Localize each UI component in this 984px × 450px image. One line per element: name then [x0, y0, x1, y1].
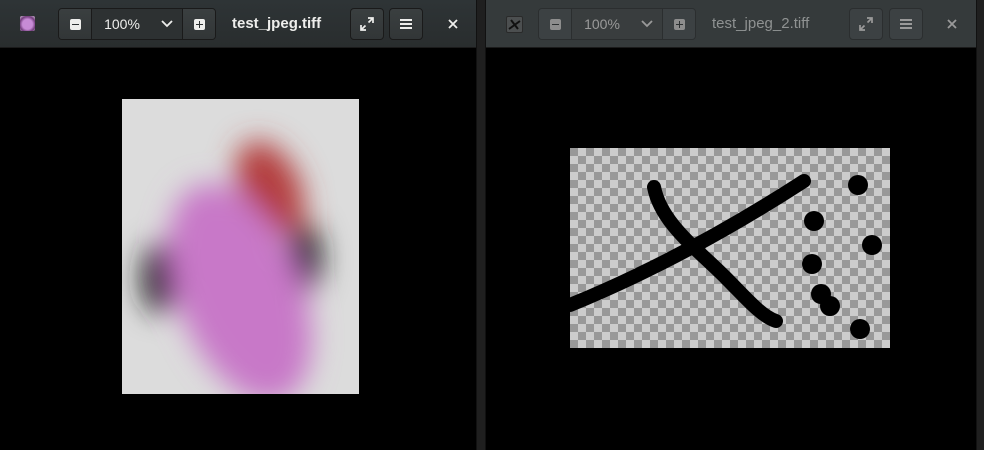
fullscreen-button[interactable] [849, 8, 883, 40]
close-icon [947, 19, 957, 29]
zoom-out-button[interactable] [59, 9, 91, 39]
zoom-level[interactable]: 100% [91, 9, 152, 39]
hamburger-menu-icon [900, 19, 912, 29]
zoom-control: 100% [58, 8, 216, 40]
image-canvas[interactable] [0, 48, 476, 450]
chevron-down-icon [641, 20, 653, 28]
close-button[interactable] [936, 8, 968, 40]
displayed-image-test-jpeg-2 [570, 148, 890, 348]
image-viewer-window-2: 100% test_jpeg_2.tiff [486, 0, 976, 450]
expand-icon [360, 17, 374, 31]
close-button[interactable] [437, 8, 469, 40]
transparency-checkerboard [570, 148, 890, 348]
zoom-control: 100% [538, 8, 696, 40]
image-thumbnail-icon [506, 16, 523, 33]
menu-button[interactable] [389, 8, 423, 40]
zoom-dropdown-button[interactable] [152, 9, 183, 39]
window-title: test_jpeg.tiff [232, 15, 322, 32]
chevron-down-icon [161, 20, 173, 28]
expand-icon [859, 17, 873, 31]
zoom-out-button[interactable] [539, 9, 571, 39]
image-canvas[interactable] [486, 48, 976, 450]
header-bar: 100% test_jpeg.tiff [0, 0, 476, 48]
zoom-in-button[interactable] [663, 9, 695, 39]
zoom-dropdown-button[interactable] [632, 9, 663, 39]
menu-button[interactable] [889, 8, 923, 40]
plus-square-icon [673, 18, 685, 30]
zoom-level[interactable]: 100% [571, 9, 632, 39]
minus-square-icon [69, 18, 81, 30]
plus-square-icon [193, 18, 205, 30]
hamburger-menu-icon [400, 19, 412, 29]
minus-square-icon [549, 18, 561, 30]
window-title: test_jpeg_2.tiff [712, 15, 810, 32]
image-viewer-window-1: 100% test_jpeg.tiff [0, 0, 476, 450]
close-icon [448, 19, 458, 29]
displayed-image-test-jpeg [122, 99, 359, 394]
header-bar: 100% test_jpeg_2.tiff [486, 0, 976, 48]
image-thumbnail-icon [20, 16, 35, 31]
zoom-in-button[interactable] [183, 9, 215, 39]
fullscreen-button[interactable] [350, 8, 384, 40]
